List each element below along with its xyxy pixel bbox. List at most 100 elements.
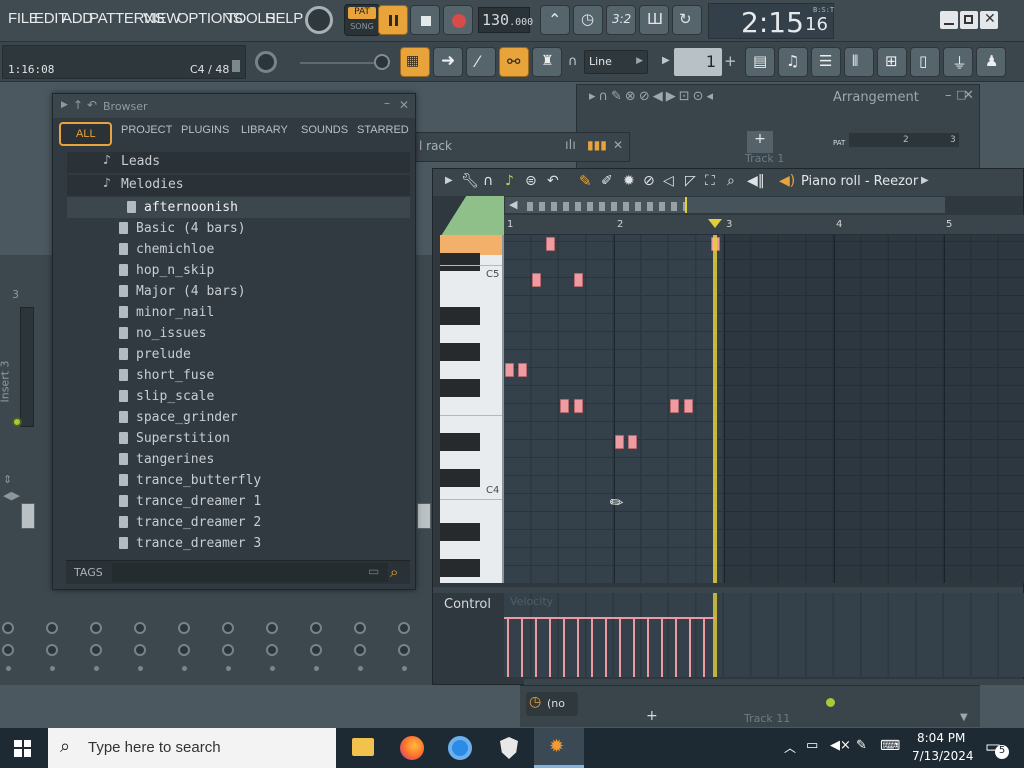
network-icon[interactable]: ▭ bbox=[806, 738, 818, 753]
velocity-lane[interactable]: Velocity bbox=[504, 593, 1024, 677]
note-icon[interactable]: ♪ bbox=[505, 173, 514, 189]
master-volume-slider[interactable] bbox=[300, 62, 380, 64]
playhead-marker[interactable] bbox=[708, 219, 722, 228]
playlist-button[interactable]: ▤ bbox=[745, 47, 775, 77]
route-knob[interactable] bbox=[178, 644, 190, 656]
send-knob[interactable] bbox=[222, 622, 234, 634]
send-knob[interactable] bbox=[46, 622, 58, 634]
none-selector[interactable]: ◷ (no bbox=[526, 692, 578, 716]
browser-folder[interactable]: ♪ Leads bbox=[67, 152, 410, 173]
minimize-button[interactable] bbox=[940, 11, 958, 29]
velocity-bar[interactable] bbox=[661, 619, 663, 677]
link-button[interactable]: ⚯ bbox=[499, 47, 529, 77]
close-icon[interactable]: ✕ bbox=[963, 88, 974, 103]
browser-file[interactable]: space_grinder bbox=[67, 407, 410, 428]
note[interactable] bbox=[505, 363, 514, 377]
note[interactable] bbox=[518, 363, 527, 377]
track-1-label[interactable]: Track 1 bbox=[745, 152, 784, 165]
browser-file[interactable]: tangerines bbox=[67, 449, 410, 470]
master-volume-knob[interactable] bbox=[305, 6, 333, 34]
security-shield-icon[interactable] bbox=[500, 737, 518, 759]
minimize-icon[interactable]: – bbox=[945, 88, 952, 103]
track-11-led[interactable] bbox=[826, 698, 835, 707]
magnet-icon[interactable]: ∩ bbox=[483, 173, 493, 189]
control-label[interactable]: Control bbox=[444, 597, 491, 612]
tempo-display[interactable]: 130.000 bbox=[478, 7, 533, 33]
countdown-button[interactable]: 3:2 bbox=[606, 5, 636, 35]
send-knob[interactable] bbox=[354, 622, 366, 634]
browser-file[interactable]: trance_dreamer 3 bbox=[67, 533, 410, 554]
snap-select[interactable]: Line ▶ bbox=[584, 50, 648, 74]
browser-file[interactable]: trance_dreamer 1 bbox=[67, 491, 410, 512]
browser-file[interactable]: hop_n_skip bbox=[67, 260, 410, 281]
zoom-area-icon[interactable]: ⛶ bbox=[705, 173, 715, 189]
velocity-bar[interactable] bbox=[647, 619, 649, 677]
note[interactable] bbox=[546, 237, 555, 251]
browser-tab-project[interactable]: PROJECT bbox=[121, 124, 172, 136]
route-knob[interactable] bbox=[90, 644, 102, 656]
velocity-bar[interactable] bbox=[521, 619, 523, 677]
metronome-button[interactable]: ⌃ bbox=[540, 5, 570, 35]
menu-help[interactable]: HELP bbox=[265, 10, 303, 27]
speaker-icon[interactable]: ◀‖ bbox=[747, 173, 765, 189]
chevron-right-icon[interactable]: ▶ bbox=[921, 175, 929, 186]
playlist-add-track-button[interactable]: + bbox=[747, 131, 773, 153]
add-channel-icon[interactable]: + bbox=[646, 708, 658, 724]
send-knob[interactable] bbox=[90, 622, 102, 634]
chevron-up-icon[interactable]: ︿ bbox=[784, 739, 796, 756]
note[interactable] bbox=[628, 435, 637, 449]
add-pattern-icon[interactable]: + bbox=[724, 52, 737, 70]
browser-file[interactable]: no_issues bbox=[67, 323, 410, 344]
black-key[interactable] bbox=[440, 307, 480, 325]
black-key[interactable] bbox=[440, 343, 480, 361]
wait-input-button[interactable]: ◷ bbox=[573, 5, 603, 35]
strum-icon[interactable]: ⊜ bbox=[525, 173, 537, 189]
send-knob[interactable] bbox=[2, 622, 14, 634]
velocity-bar[interactable] bbox=[605, 619, 607, 677]
scroll-left-icon[interactable]: ◀ bbox=[509, 198, 517, 211]
undo-icon[interactable]: ↶ bbox=[87, 98, 97, 112]
plugin-picker-button[interactable]: ⏚ bbox=[943, 47, 973, 77]
note-preview-strip[interactable]: ◀ bbox=[504, 196, 946, 214]
mixer-button[interactable]: ⫴ bbox=[844, 47, 874, 77]
arrangement-title[interactable]: Arrangement bbox=[833, 90, 919, 105]
browser-file[interactable]: slip_scale bbox=[67, 386, 410, 407]
pattern-selector[interactable]: 1 bbox=[674, 48, 722, 76]
magnet-icon[interactable]: ∩ bbox=[568, 54, 578, 69]
velocity-bar[interactable] bbox=[703, 619, 705, 677]
brush-icon[interactable]: ✐ bbox=[601, 173, 613, 189]
highlighted-key[interactable] bbox=[440, 235, 502, 255]
pat-song-toggle[interactable]: PAT SONG bbox=[344, 4, 380, 36]
clock-date[interactable]: 7/13/2024 bbox=[912, 749, 974, 763]
velocity-bar[interactable] bbox=[689, 619, 691, 677]
chrome-icon[interactable] bbox=[448, 736, 472, 760]
project-info-button[interactable]: ▯ bbox=[910, 47, 940, 77]
note[interactable] bbox=[574, 399, 583, 413]
step-edit-button[interactable]: Ш bbox=[639, 5, 669, 35]
select-icon[interactable]: ◸ bbox=[685, 173, 696, 189]
firefox-icon[interactable] bbox=[400, 736, 424, 760]
black-key[interactable] bbox=[440, 433, 480, 451]
insert-fader[interactable] bbox=[21, 503, 35, 529]
help-button[interactable]: ♟ bbox=[976, 47, 1006, 77]
browser-file[interactable]: Major (4 bars) bbox=[67, 281, 410, 302]
search-icon[interactable]: ⌕ bbox=[390, 563, 398, 581]
pen-icon[interactable]: ✎ bbox=[856, 738, 867, 753]
route-knob[interactable] bbox=[2, 644, 14, 656]
note[interactable] bbox=[560, 399, 569, 413]
notification-button[interactable]: ▭ 5 bbox=[985, 737, 1011, 761]
step-forward-button[interactable]: ➜ bbox=[433, 47, 463, 77]
wrench-icon[interactable]: 🔧︎ bbox=[461, 173, 479, 189]
browser-file[interactable]: Superstition bbox=[67, 428, 410, 449]
browser-file[interactable]: Basic (4 bars) bbox=[67, 218, 410, 239]
send-knob[interactable] bbox=[310, 622, 322, 634]
send-knob[interactable] bbox=[178, 622, 190, 634]
browser-file[interactable]: chemichloe bbox=[67, 239, 410, 260]
hat-button[interactable]: ♜ bbox=[532, 47, 562, 77]
route-knob[interactable] bbox=[222, 644, 234, 656]
clock-time[interactable]: 8:04 PM bbox=[917, 731, 965, 745]
insert-active-led[interactable] bbox=[12, 417, 22, 427]
fl-studio-taskbar-button[interactable]: ✹ bbox=[534, 728, 584, 768]
velocity-bar[interactable] bbox=[633, 619, 635, 677]
browser-file[interactable]: short_fuse bbox=[67, 365, 410, 386]
